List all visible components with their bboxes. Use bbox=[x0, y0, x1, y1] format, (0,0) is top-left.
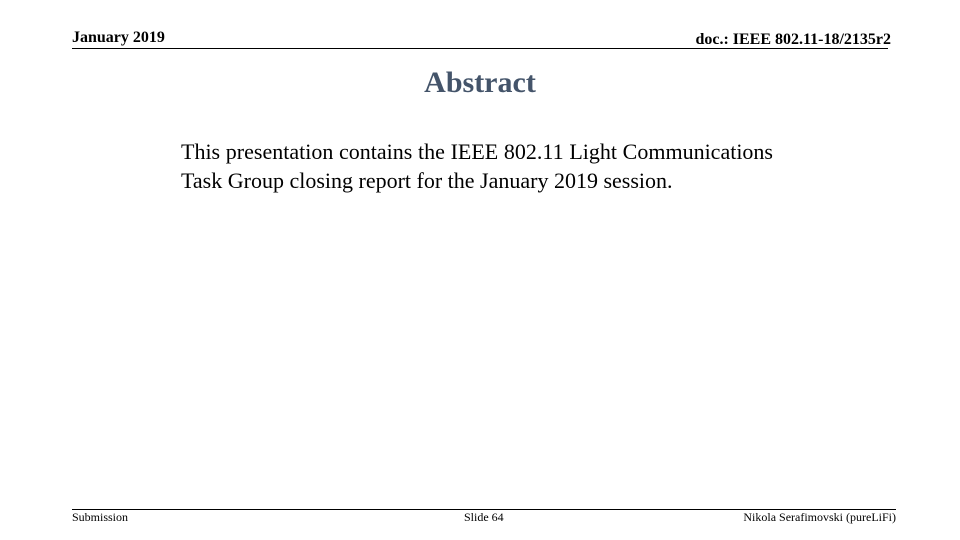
footer-submission: Submission bbox=[72, 510, 129, 524]
slide-body-text: This presentation contains the IEEE 802.… bbox=[181, 139, 773, 193]
footer-slide-number: Slide 64 bbox=[464, 510, 504, 524]
header-date: January 2019 bbox=[72, 29, 165, 46]
header-divider bbox=[72, 48, 888, 49]
header-doc-id: doc.: IEEE 802.11-18/2135r2 bbox=[695, 31, 891, 48]
slide-title: Abstract bbox=[424, 66, 536, 99]
footer-author: Nikola Serafimovski (pureLiFi) bbox=[743, 510, 896, 524]
